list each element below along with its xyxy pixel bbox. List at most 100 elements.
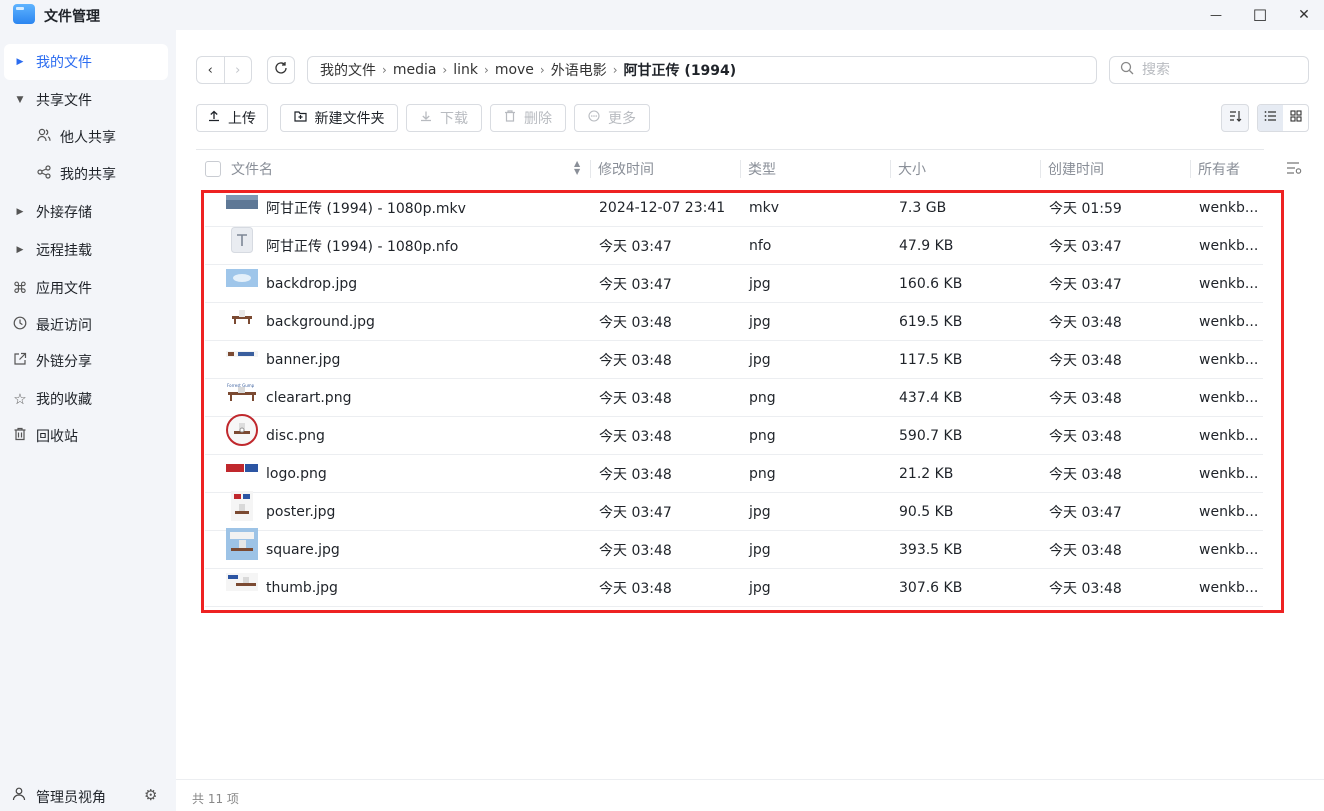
column-divider[interactable] [590,160,591,178]
folder-plus-icon [293,110,307,126]
back-button[interactable]: ‹ [197,57,224,83]
sidebar-item-remote-mount[interactable]: ▶ 远程挂载 [4,232,168,268]
grid-view-button[interactable] [1283,105,1308,131]
sidebar-item-link-share[interactable]: 外链分享 [4,343,168,379]
column-header-modified[interactable]: 修改时间 [598,150,654,188]
folder-app-icon [13,4,35,24]
file-owner: wenkb... [1199,428,1259,444]
admin-view-toggle[interactable]: 管理员视角 [36,787,106,807]
table-row[interactable]: background.jpg 今天 03:48 jpg 619.5 KB 今天 … [205,303,1263,341]
column-divider[interactable] [1190,160,1191,178]
file-name: logo.png [266,466,327,482]
sidebar-item-external-storage[interactable]: ▶ 外接存储 [4,194,168,230]
title-bar: 文件管理 — ☐ ✕ [0,0,1324,30]
forward-button[interactable]: › [225,57,252,83]
maximize-button[interactable]: ☐ [1238,0,1282,30]
sidebar-item-label: 远程挂载 [36,243,92,259]
column-divider[interactable] [1040,160,1041,178]
minimize-button[interactable]: — [1194,0,1238,30]
sidebar-item-shared-files[interactable]: ▼ 共享文件 [4,82,168,118]
table-row[interactable]: backdrop.jpg 今天 03:47 jpg 160.6 KB 今天 03… [205,265,1263,303]
close-button[interactable]: ✕ [1282,0,1324,30]
select-all-checkbox[interactable] [205,161,221,177]
column-header-name[interactable]: 文件名 [231,150,273,188]
list-view-button[interactable] [1258,105,1283,131]
file-type: png [749,466,776,482]
share-icon [28,165,60,183]
sidebar-item-shared-with-me[interactable]: 他人共享 [4,119,168,155]
new-folder-button[interactable]: 新建文件夹 [280,104,398,132]
new-folder-label: 新建文件夹 [314,111,385,127]
breadcrumb-item[interactable]: move [495,62,534,78]
delete-button[interactable]: 删除 [490,104,566,132]
file-size: 47.9 KB [899,238,954,254]
file-thumbnail [226,189,258,215]
sidebar-item-my-files[interactable]: ▶ 我的文件 [4,44,168,80]
column-settings-icon[interactable] [1286,161,1302,179]
upload-icon [208,110,220,126]
file-thumbnail [226,303,258,329]
sort-button[interactable] [1221,104,1249,132]
table-row[interactable]: 阿甘正传 (1994) - 1080p.mkv 2024-12-07 23:41… [205,189,1263,227]
sidebar-item-recycle-bin[interactable]: 回收站 [4,418,168,454]
chevron-right-icon: › [442,63,448,77]
file-type: mkv [749,200,780,216]
file-created: 今天 03:48 [1049,467,1122,483]
file-type: jpg [749,542,771,558]
file-name: 阿甘正传 (1994) - 1080p.nfo [266,239,459,255]
close-icon: ✕ [1298,7,1310,23]
file-thumbnail [226,528,258,560]
file-owner: wenkb... [1199,276,1259,292]
file-thumbnail [226,341,258,367]
more-button[interactable]: 更多 [574,104,650,132]
table-row[interactable]: disc.png 今天 03:48 png 590.7 KB 今天 03:48 … [205,414,1263,455]
upload-label: 上传 [228,111,256,127]
more-icon [588,110,600,126]
table-row[interactable]: thumb.jpg 今天 03:48 jpg 307.6 KB 今天 03:48… [205,569,1263,607]
table-row[interactable]: poster.jpg 今天 03:47 jpg 90.5 KB 今天 03:47… [205,491,1263,531]
table-row[interactable]: 阿甘正传 (1994) - 1080p.nfo 今天 03:47 nfo 47.… [205,227,1263,265]
sidebar-item-recent[interactable]: 最近访问 [4,307,168,343]
gear-icon[interactable]: ⚙ [144,786,157,804]
table-row[interactable]: banner.jpg 今天 03:48 jpg 117.5 KB 今天 03:4… [205,341,1263,379]
file-created: 今天 03:48 [1049,429,1122,445]
file-modified: 今天 03:48 [599,543,672,559]
breadcrumb-item[interactable]: 我的文件 [320,60,376,80]
caret-right-icon: ▶ [16,207,24,217]
file-thumbnail: Forrest Gump [226,379,258,405]
breadcrumb-item[interactable]: link [453,62,478,78]
download-button[interactable]: 下载 [406,104,482,132]
column-header-type[interactable]: 类型 [748,150,776,188]
file-size: 437.4 KB [899,390,963,406]
column-divider[interactable] [740,160,741,178]
table-row[interactable]: Forrest Gump clearart.png 今天 03:48 png 4… [205,379,1263,417]
upload-button[interactable]: 上传 [196,104,268,132]
file-owner: wenkb... [1199,238,1259,254]
more-label: 更多 [608,111,636,127]
table-row[interactable]: square.jpg 今天 03:48 jpg 393.5 KB 今天 03:4… [205,528,1263,569]
file-modified: 今天 03:48 [599,315,672,331]
caret-right-icon: ▶ [16,57,24,67]
column-header-size[interactable]: 大小 [898,150,926,188]
sidebar-item-label: 回收站 [36,429,78,445]
breadcrumb-item[interactable]: 外语电影 [551,60,607,80]
download-icon [420,110,432,126]
file-modified: 今天 03:47 [599,277,672,293]
refresh-button[interactable] [267,56,295,84]
column-header-owner[interactable]: 所有者 [1198,150,1240,188]
file-owner: wenkb... [1199,200,1259,216]
file-type: jpg [749,352,771,368]
file-created: 今天 03:47 [1049,505,1122,521]
breadcrumb-item[interactable]: media [393,62,437,78]
sidebar-item-favorites[interactable]: ☆ 我的收藏 [4,381,168,417]
sidebar-item-app-files[interactable]: ⌘ 应用文件 [4,270,168,306]
column-header-created[interactable]: 创建时间 [1048,150,1104,188]
sidebar-item-label: 我的文件 [36,55,92,71]
search-input[interactable] [1142,62,1292,78]
sidebar-item-my-shares[interactable]: 我的共享 [4,156,168,192]
sort-arrows-icon[interactable]: ▲ ▼ [574,160,580,176]
chevron-right-icon: › [235,62,241,78]
file-type: nfo [749,238,772,254]
column-divider[interactable] [890,160,891,178]
table-row[interactable]: logo.png 今天 03:48 png 21.2 KB 今天 03:48 w… [205,455,1263,493]
